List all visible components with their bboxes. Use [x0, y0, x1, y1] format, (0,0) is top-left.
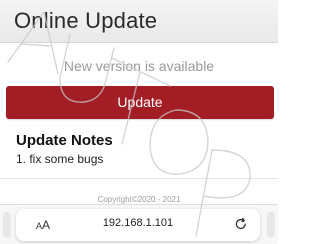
divider — [0, 178, 278, 179]
page-title: Online Update — [14, 8, 158, 33]
reload-icon[interactable] — [234, 217, 248, 231]
browser-toolbar: AA 192.168.1.101 — [0, 204, 278, 244]
version-status-text: New version is available — [63, 58, 215, 74]
copyright-text: Copyright©2020 - 2021 — [97, 195, 181, 204]
previous-tab-edge[interactable] — [3, 212, 11, 238]
next-tab-edge[interactable] — [267, 212, 275, 238]
address-bar[interactable]: AA 192.168.1.101 — [16, 209, 260, 241]
title-bar: Online Update — [0, 0, 278, 43]
app-screen: Online Update New version is available U… — [0, 0, 278, 244]
url-text: 192.168.1.101 — [102, 217, 174, 229]
update-note-item: 1. fix some bugs — [16, 152, 104, 166]
update-notes-heading: Update Notes — [16, 132, 113, 149]
update-button[interactable]: Update — [6, 86, 274, 119]
